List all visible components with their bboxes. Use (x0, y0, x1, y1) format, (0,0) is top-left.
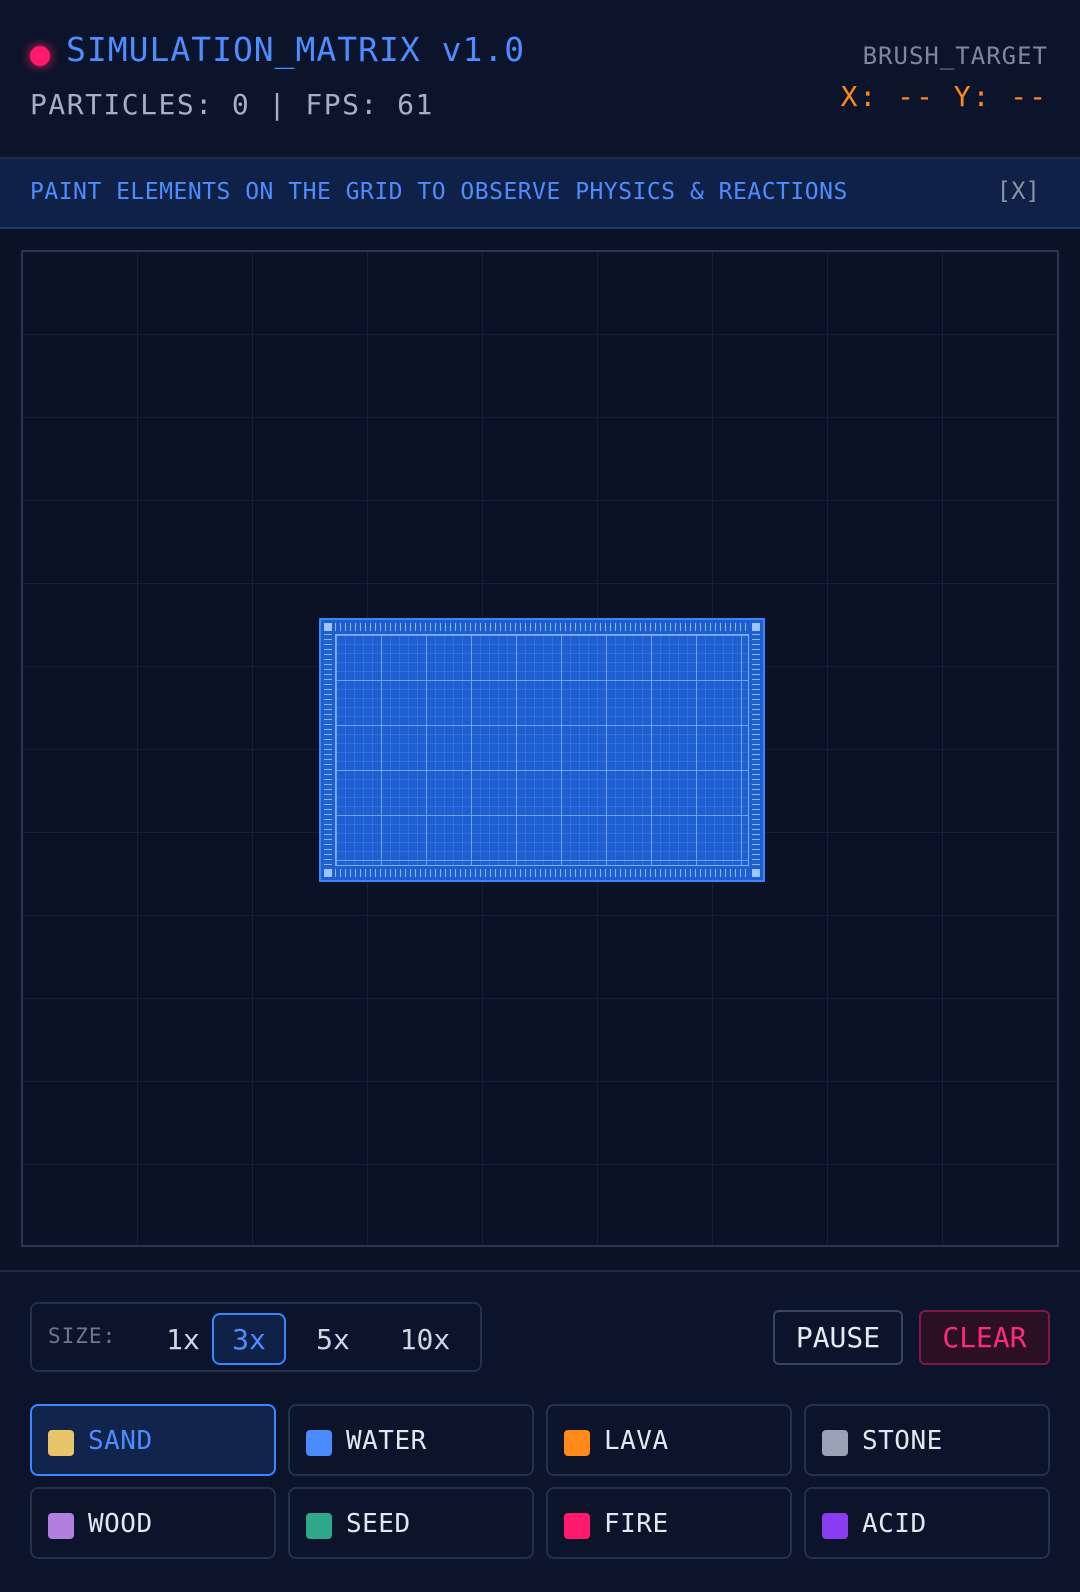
element-button-water[interactable]: WATER (288, 1404, 534, 1476)
instruction-banner: PAINT ELEMENTS ON THE GRID TO OBSERVE PH… (0, 159, 1080, 229)
element-label: STONE (862, 1426, 943, 1456)
element-label: SAND (88, 1426, 153, 1456)
element-label: FIRE (604, 1509, 669, 1539)
particle-stats: PARTICLES: 0 | FPS: 61 (30, 88, 434, 121)
brush-target-label: BRUSH_TARGET (862, 42, 1048, 70)
size-button-3x[interactable]: 3x (212, 1313, 286, 1365)
stone-swatch-icon (822, 1430, 848, 1456)
element-button-sand[interactable]: SAND (30, 1404, 276, 1476)
simulation-canvas[interactable] (21, 250, 1059, 1247)
clear-button[interactable]: CLEAR (919, 1310, 1050, 1365)
brush-coordinates: X: -- Y: -- (840, 80, 1048, 113)
element-label: WOOD (88, 1509, 153, 1539)
close-banner-button[interactable]: [X] (997, 177, 1040, 205)
element-button-wood[interactable]: WOOD (30, 1487, 276, 1559)
element-button-acid[interactable]: ACID (804, 1487, 1050, 1559)
pause-button[interactable]: PAUSE (773, 1310, 903, 1365)
element-button-lava[interactable]: LAVA (546, 1404, 792, 1476)
element-label: ACID (862, 1509, 927, 1539)
wood-swatch-icon (48, 1513, 74, 1539)
lava-swatch-icon (564, 1430, 590, 1456)
element-button-stone[interactable]: STONE (804, 1404, 1050, 1476)
element-button-seed[interactable]: SEED (288, 1487, 534, 1559)
blueprint-placeholder-icon (319, 618, 765, 882)
instruction-text: PAINT ELEMENTS ON THE GRID TO OBSERVE PH… (30, 179, 848, 205)
size-button-5x[interactable]: 5x (296, 1313, 370, 1365)
element-label: SEED (346, 1509, 411, 1539)
water-swatch-icon (306, 1430, 332, 1456)
element-button-fire[interactable]: FIRE (546, 1487, 792, 1559)
fire-swatch-icon (564, 1513, 590, 1539)
app-header: SIMULATION_MATRIX v1.0 PARTICLES: 0 | FP… (0, 0, 1080, 159)
seed-swatch-icon (306, 1513, 332, 1539)
status-dot-icon (30, 46, 50, 66)
element-label: LAVA (604, 1426, 669, 1456)
size-button-10x[interactable]: 10x (388, 1313, 462, 1365)
acid-swatch-icon (822, 1513, 848, 1539)
app-title: SIMULATION_MATRIX v1.0 (66, 30, 526, 69)
size-label: SIZE: (48, 1324, 117, 1348)
sand-swatch-icon (48, 1430, 74, 1456)
size-button-1x[interactable]: 1x (146, 1313, 220, 1365)
brush-size-selector: SIZE: 1x 3x 5x 10x (30, 1302, 482, 1372)
element-label: WATER (346, 1426, 427, 1456)
